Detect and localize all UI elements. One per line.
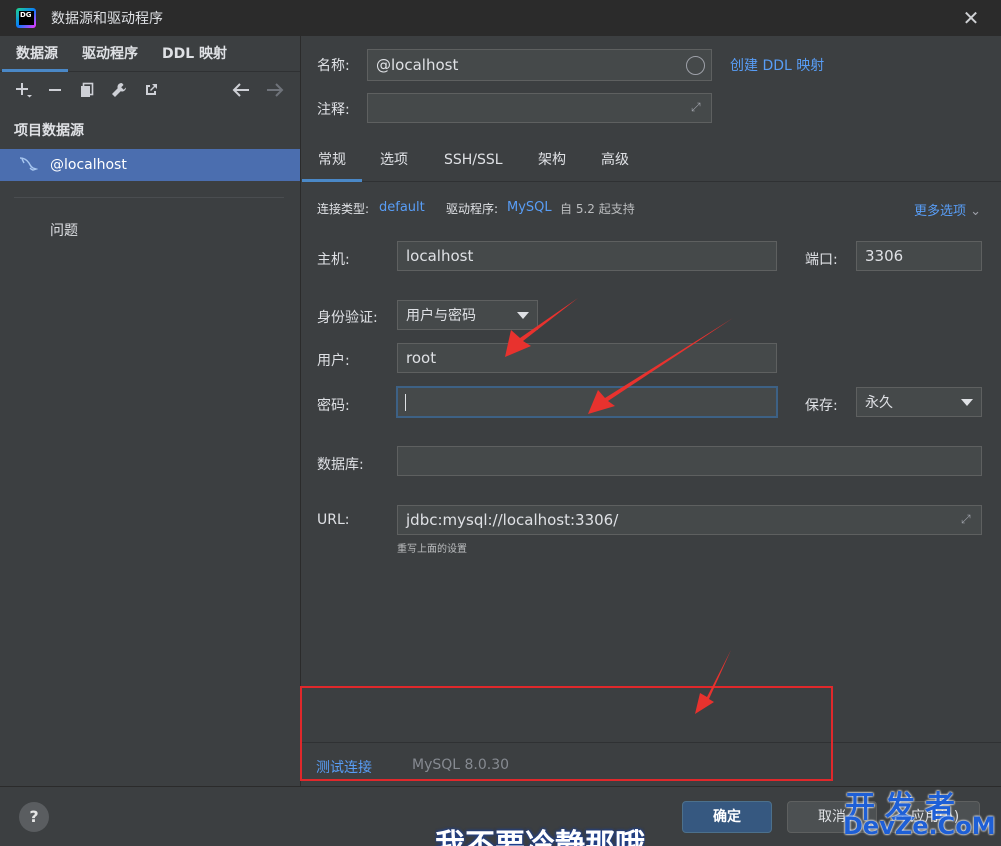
host-label: 主机: (317, 252, 350, 268)
dialog-window: 数据源和驱动程序 ✕ 数据源 驱动程序 DDL 映射 (0, 0, 1001, 846)
duplicate-icon[interactable] (76, 79, 98, 101)
back-arrow-icon[interactable] (230, 79, 252, 101)
port-input[interactable]: 3306 (856, 241, 982, 271)
create-ddl-mapping-link[interactable]: 创建 DDL 映射 (730, 55, 824, 75)
auth-value: 用户与密码 (406, 308, 476, 324)
datasource-item-localhost[interactable]: @localhost (0, 149, 300, 181)
video-subtitle: 我不要冷静那哦 (435, 828, 645, 846)
text-cursor (405, 394, 406, 411)
tab-advanced[interactable]: 高级 (601, 142, 629, 182)
driver-label: 驱动程序: (446, 202, 499, 216)
apply-button[interactable]: 应用(A) (890, 801, 980, 833)
url-value: jdbc:mysql://localhost:3306/ (406, 511, 619, 529)
ok-button[interactable]: 确定 (682, 801, 772, 833)
more-options-link[interactable]: 更多选项 ⌄ (914, 200, 981, 219)
connection-type-label: 连接类型: (317, 202, 370, 216)
host-input[interactable]: localhost (397, 241, 777, 271)
right-panel: 名称: @localhost 创建 DDL 映射 注释: ⤢ 常规 选项 SSH… (302, 36, 1001, 786)
url-input[interactable]: jdbc:mysql://localhost:3306/ ⤢ (397, 505, 982, 535)
tab-drivers[interactable]: 驱动程序 (70, 36, 150, 72)
port-label: 端口: (805, 252, 838, 268)
user-value: root (406, 349, 437, 367)
datagrip-logo-icon (16, 8, 36, 28)
left-toolbar-nav (224, 79, 292, 101)
dropdown-caret-icon (961, 399, 973, 406)
mysql-dolphin-icon (19, 157, 38, 171)
save-label: 保存: (805, 398, 838, 414)
test-connection-link[interactable]: 测试连接 (316, 757, 372, 777)
left-divider (14, 197, 284, 198)
left-tabs: 数据源 驱动程序 DDL 映射 (0, 36, 300, 72)
tab-schemas[interactable]: 架构 (538, 142, 566, 182)
dropdown-caret-icon (517, 312, 529, 319)
problems-item[interactable]: 问题 (0, 220, 300, 240)
more-options-label: 更多选项 (914, 204, 967, 219)
color-circle-icon[interactable] (686, 56, 705, 75)
tab-datasources[interactable]: 数据源 (0, 36, 70, 72)
password-input[interactable] (396, 386, 778, 418)
tab-ssh-ssl[interactable]: SSH/SSL (444, 142, 503, 182)
auth-label: 身份验证: (317, 310, 378, 326)
close-icon[interactable]: ✕ (961, 8, 981, 28)
port-value: 3306 (865, 247, 904, 265)
driver-link[interactable]: MySQL (507, 200, 552, 215)
comment-input[interactable]: ⤢ (367, 93, 712, 123)
left-panel: 数据源 驱动程序 DDL 映射 项目数据源 @localhost 问题 (0, 36, 301, 786)
server-version: MySQL 8.0.30 (412, 757, 510, 773)
datasource-label: @localhost (50, 157, 127, 173)
name-label: 名称: (317, 58, 350, 74)
database-input[interactable] (397, 446, 982, 476)
forward-arrow-icon[interactable] (264, 79, 286, 101)
remove-icon[interactable] (44, 79, 66, 101)
name-input[interactable]: @localhost (367, 49, 712, 81)
tab-general[interactable]: 常规 (302, 142, 362, 182)
user-label: 用户: (317, 353, 350, 369)
chevron-down-icon: ⌄ (970, 204, 982, 219)
password-label: 密码: (317, 398, 350, 414)
auth-select[interactable]: 用户与密码 (397, 300, 538, 330)
right-tabs: 常规 选项 SSH/SSL 架构 高级 (302, 142, 1001, 182)
window-title: 数据源和驱动程序 (51, 11, 163, 27)
user-input[interactable]: root (397, 343, 777, 373)
help-button[interactable]: ? (19, 802, 49, 832)
connection-type-value[interactable]: default (379, 200, 425, 215)
url-hint: 重写上面的设置 (397, 544, 467, 555)
save-select[interactable]: 永久 (856, 387, 982, 417)
left-toolbar (0, 72, 300, 108)
add-icon[interactable] (12, 79, 34, 101)
name-value: @localhost (376, 56, 459, 74)
jump-to-icon[interactable] (140, 79, 162, 101)
expand-icon[interactable]: ⤢ (961, 512, 975, 526)
tab-options[interactable]: 选项 (380, 142, 408, 182)
cancel-button[interactable]: 取消 (787, 801, 877, 833)
driver-note: 自 5.2 起支持 (560, 202, 635, 216)
test-connection-strip: 测试连接 MySQL 8.0.30 (302, 742, 1001, 786)
database-label: 数据库: (317, 457, 364, 473)
host-value: localhost (406, 247, 474, 265)
title-bar: 数据源和驱动程序 ✕ (0, 0, 1001, 36)
project-datasources-header: 项目数据源 (14, 123, 84, 139)
url-label: URL: (317, 512, 350, 528)
expand-icon[interactable]: ⤢ (691, 100, 705, 114)
tab-ddl-mappings[interactable]: DDL 映射 (150, 36, 239, 72)
save-value: 永久 (865, 395, 893, 411)
comment-label: 注释: (317, 102, 350, 118)
wrench-icon[interactable] (108, 79, 130, 101)
